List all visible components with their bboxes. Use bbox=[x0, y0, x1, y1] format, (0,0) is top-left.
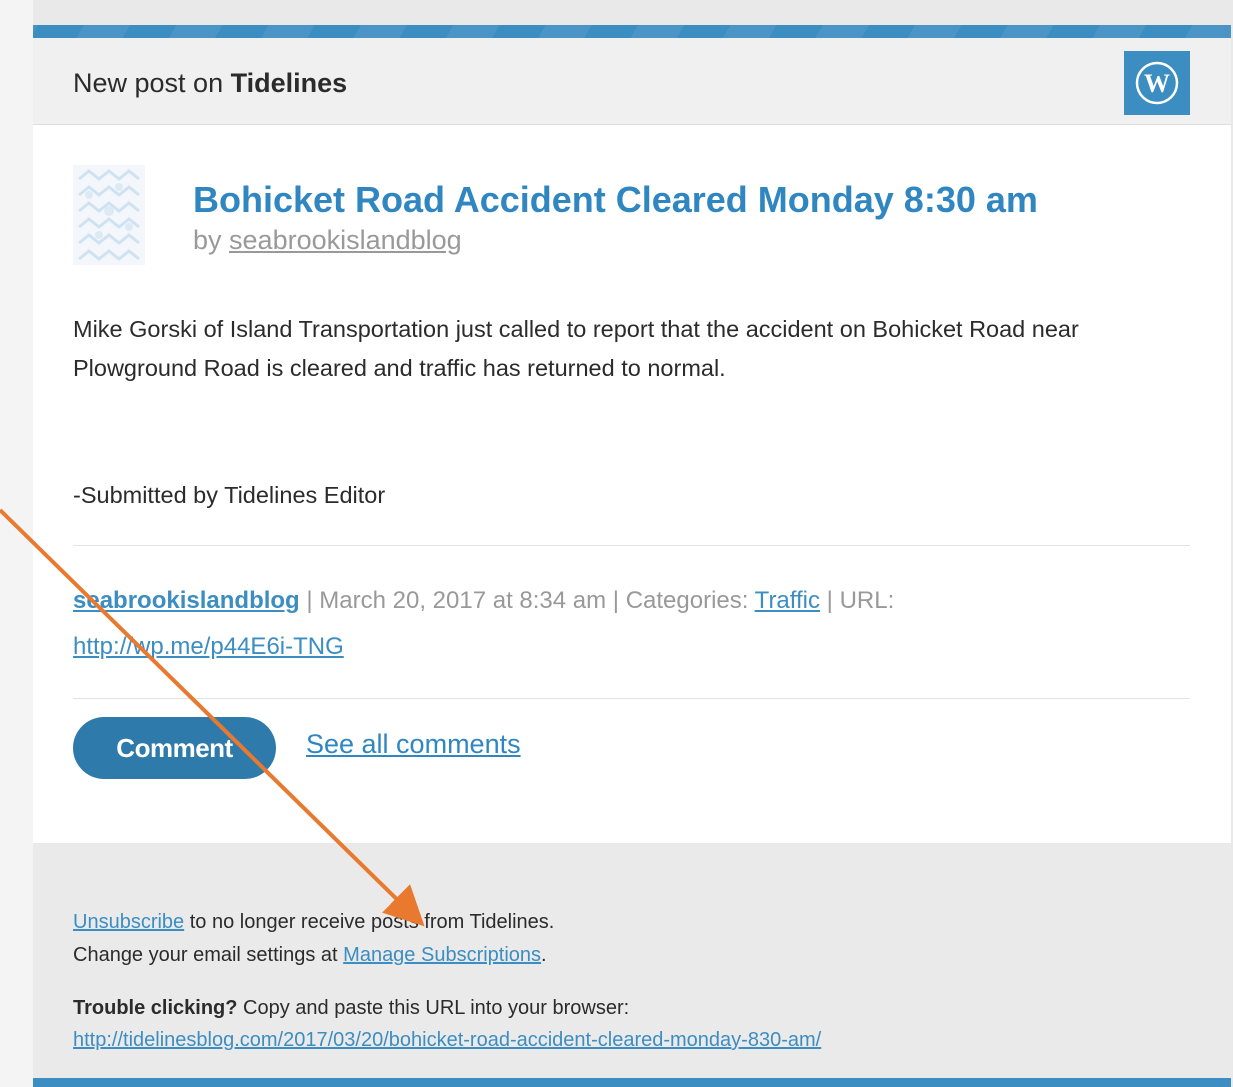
unsubscribe-link[interactable]: Unsubscribe bbox=[73, 911, 184, 933]
site-name: Tidelines bbox=[230, 68, 348, 98]
email-card: New post on Tidelines W Bohicket Road Ac… bbox=[33, 25, 1231, 1087]
category-link[interactable]: Traffic bbox=[755, 587, 820, 614]
unsubscribe-text: to no longer receive posts from Tideline… bbox=[184, 911, 555, 933]
trouble-text: Copy and paste this URL into your browse… bbox=[237, 997, 630, 1019]
change-settings-text: Change your email settings at bbox=[73, 944, 344, 966]
email-header: New post on Tidelines W bbox=[33, 38, 1231, 125]
wordpress-logo-icon[interactable]: W bbox=[1124, 51, 1190, 115]
trouble-line: Trouble clicking? Copy and paste this UR… bbox=[73, 997, 629, 1020]
period: . bbox=[541, 944, 547, 966]
manage-line: Change your email settings at Manage Sub… bbox=[73, 944, 547, 967]
email-footer: Unsubscribe to no longer receive posts f… bbox=[33, 843, 1231, 1078]
full-url-line: http://tidelinesblog.com/2017/03/20/bohi… bbox=[73, 1029, 821, 1052]
top-accent-bar bbox=[33, 25, 1231, 38]
short-url-link[interactable]: http://wp.me/p44E6i-TNG bbox=[73, 633, 344, 660]
bottom-accent-bar bbox=[33, 1078, 1231, 1087]
svg-text:W: W bbox=[1144, 69, 1170, 98]
meta-date: | March 20, 2017 at 8:34 am | Categories… bbox=[299, 587, 755, 614]
post-body: Mike Gorski of Island Transportation jus… bbox=[73, 316, 1079, 381]
unsubscribe-line: Unsubscribe to no longer receive posts f… bbox=[73, 911, 554, 934]
manage-subscriptions-link[interactable]: Manage Subscriptions bbox=[343, 944, 541, 966]
author-link[interactable]: seabrookislandblog bbox=[229, 225, 462, 255]
post-meta: seabrookislandblog | March 20, 2017 at 8… bbox=[73, 578, 1190, 670]
header-prefix: New post on bbox=[73, 68, 231, 98]
header-title: New post on Tidelines bbox=[73, 68, 347, 99]
submitted-by: -Submitted by Tidelines Editor bbox=[73, 482, 386, 508]
byline-prefix: by bbox=[193, 225, 230, 255]
site-blavatar-icon bbox=[73, 165, 145, 265]
post-title-link[interactable]: Bohicket Road Accident Cleared Monday 8:… bbox=[193, 179, 1193, 221]
comment-button[interactable]: Comment bbox=[73, 717, 276, 779]
see-all-comments-link[interactable]: See all comments bbox=[306, 729, 521, 760]
meta-author-link[interactable]: seabrookislandblog bbox=[73, 587, 300, 614]
page-margin bbox=[0, 0, 33, 1087]
meta-url-label: | URL: bbox=[820, 587, 895, 614]
divider bbox=[73, 698, 1190, 699]
trouble-label: Trouble clicking? bbox=[73, 997, 238, 1019]
full-url-link[interactable]: http://tidelinesblog.com/2017/03/20/bohi… bbox=[73, 1029, 821, 1051]
byline: by seabrookislandblog bbox=[193, 225, 462, 256]
divider bbox=[73, 545, 1190, 546]
